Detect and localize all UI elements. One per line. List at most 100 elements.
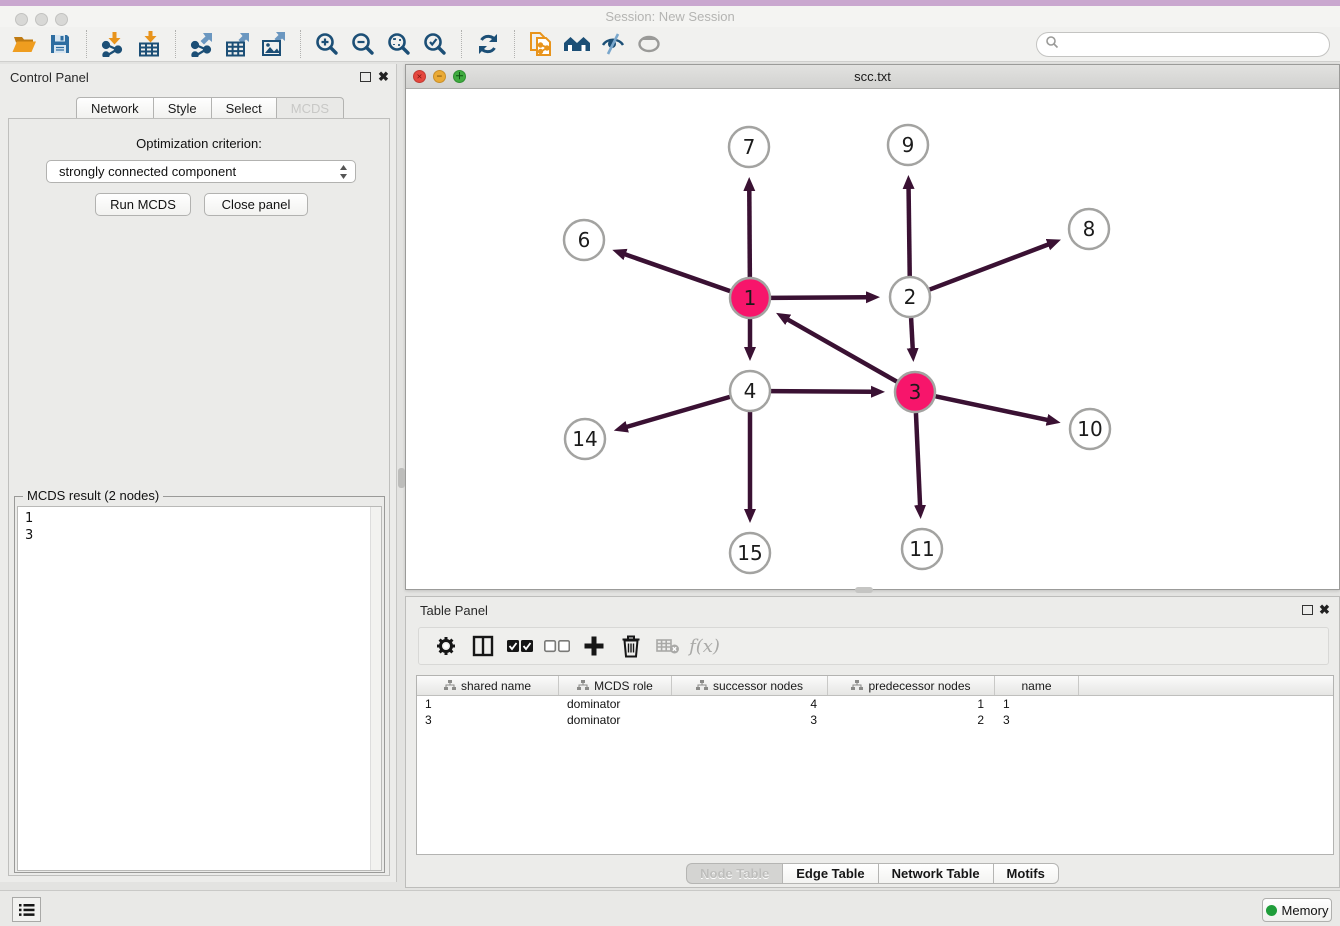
table-type-tabs: Node Table Edge Table Network Table Moti… xyxy=(406,863,1339,884)
vertical-splitter-handle[interactable] xyxy=(398,468,405,488)
column-header-mcds-role[interactable]: MCDS role xyxy=(559,676,672,695)
run-mcds-button[interactable]: Run MCDS xyxy=(95,193,191,216)
duplicate-network-icon[interactable] xyxy=(523,29,559,59)
deselect-all-checkboxes-icon[interactable] xyxy=(538,630,575,662)
graph-node-label: 10 xyxy=(1077,417,1102,441)
import-table-icon[interactable] xyxy=(131,29,167,59)
control-panel-title: Control Panel xyxy=(10,70,89,85)
table-row[interactable]: 1 dominator 4 1 1 xyxy=(417,696,1333,712)
graph-edge-1-6[interactable] xyxy=(625,254,731,291)
graph-edge-4-14[interactable] xyxy=(626,397,730,427)
network-window-titlebar[interactable]: ✕ − ＋ scc.txt xyxy=(406,65,1339,89)
column-header-predecessor-nodes[interactable]: predecessor nodes xyxy=(828,676,995,695)
tab-style[interactable]: Style xyxy=(153,97,211,119)
zoom-in-icon[interactable] xyxy=(309,29,345,59)
graph-edge-2-8[interactable] xyxy=(930,244,1049,289)
refresh-icon[interactable] xyxy=(470,29,506,59)
network-window-title: scc.txt xyxy=(406,69,1339,84)
close-panel-button[interactable]: Close panel xyxy=(204,193,308,216)
cell-predecessor-nodes[interactable]: 2 xyxy=(828,712,995,728)
select-all-checkboxes-icon[interactable] xyxy=(501,630,538,662)
add-column-icon[interactable] xyxy=(575,630,612,662)
table-panel: Table Panel ✖ xyxy=(405,596,1340,888)
window-title: Session: New Session xyxy=(0,9,1340,24)
graph-node-label: 8 xyxy=(1083,217,1096,241)
graph-node-label: 9 xyxy=(902,133,915,157)
open-folder-icon[interactable] xyxy=(6,29,42,59)
mcds-tab-pane: Optimization criterion: strongly connect… xyxy=(8,118,390,876)
hide-graphics-details-icon[interactable] xyxy=(595,29,631,59)
cell-shared-name[interactable]: 3 xyxy=(417,712,559,728)
close-panel-icon[interactable]: ✖ xyxy=(378,69,389,85)
tab-motifs[interactable]: Motifs xyxy=(993,863,1059,884)
column-header-shared-name[interactable]: shared name xyxy=(417,676,559,695)
graph-edge-3-11[interactable] xyxy=(916,413,920,506)
hierarchy-icon xyxy=(444,680,456,691)
graph-edge-2-9[interactable] xyxy=(909,188,910,276)
zoom-out-icon[interactable] xyxy=(345,29,381,59)
tab-mcds[interactable]: MCDS xyxy=(276,97,344,119)
network-view-window: ✕ − ＋ scc.txt 7968124314101511 xyxy=(405,64,1340,590)
cell-predecessor-nodes[interactable]: 1 xyxy=(828,696,995,712)
horizontal-splitter-handle[interactable] xyxy=(855,587,873,593)
graph-edge-3-10[interactable] xyxy=(936,396,1048,420)
graph-node-label: 3 xyxy=(909,380,922,404)
graph-edge-2-3[interactable] xyxy=(911,318,913,349)
float-panel-icon[interactable] xyxy=(360,72,371,82)
status-bar: Memory xyxy=(0,890,1340,926)
tab-select[interactable]: Select xyxy=(211,97,276,119)
graph-edge-3-1[interactable] xyxy=(787,319,896,381)
float-table-panel-icon[interactable] xyxy=(1302,605,1313,615)
zoom-fit-icon[interactable] xyxy=(381,29,417,59)
birds-eye-view-icon[interactable] xyxy=(631,29,667,59)
tab-node-table[interactable]: Node Table xyxy=(686,863,782,884)
delete-table-icon-disabled xyxy=(649,630,686,662)
optimization-criterion-select[interactable]: strongly connected component xyxy=(46,160,356,183)
mcds-result-list[interactable]: 1 3 xyxy=(17,506,382,871)
toolbar-separator xyxy=(514,30,515,58)
cell-successor-nodes[interactable]: 3 xyxy=(672,712,828,728)
search-icon xyxy=(1045,35,1059,54)
cell-mcds-role[interactable]: dominator xyxy=(559,696,672,712)
node-table[interactable]: shared name MCDS role successor nodes pr… xyxy=(416,675,1334,855)
column-header-name[interactable]: name xyxy=(995,676,1079,695)
cell-name[interactable]: 1 xyxy=(995,696,1079,712)
memory-button[interactable]: Memory xyxy=(1262,898,1332,922)
delete-column-icon[interactable] xyxy=(612,630,649,662)
export-table-icon[interactable] xyxy=(220,29,256,59)
graph-node-label: 2 xyxy=(904,285,917,309)
graph-edge-1-7[interactable] xyxy=(749,190,750,277)
show-all-networks-icon[interactable] xyxy=(559,29,595,59)
cell-successor-nodes[interactable]: 4 xyxy=(672,696,828,712)
mcds-result-group: MCDS result (2 nodes) 1 3 xyxy=(14,496,385,873)
table-header-row: shared name MCDS role successor nodes pr… xyxy=(417,676,1333,696)
close-table-panel-icon[interactable]: ✖ xyxy=(1319,602,1330,618)
save-session-icon[interactable] xyxy=(42,29,78,59)
hierarchy-icon xyxy=(696,680,708,691)
graph-node-label: 15 xyxy=(737,541,762,565)
export-network-icon[interactable] xyxy=(184,29,220,59)
graph-node-label: 1 xyxy=(744,286,757,310)
tab-network[interactable]: Network xyxy=(76,97,153,119)
graph-edge-1-2[interactable] xyxy=(771,297,867,298)
export-image-icon[interactable] xyxy=(256,29,292,59)
cell-name[interactable]: 3 xyxy=(995,712,1079,728)
table-row[interactable]: 3 dominator 3 2 3 xyxy=(417,712,1333,728)
settings-gear-icon[interactable] xyxy=(427,630,464,662)
column-header-successor-nodes[interactable]: successor nodes xyxy=(672,676,828,695)
cell-mcds-role[interactable]: dominator xyxy=(559,712,672,728)
result-line: 1 xyxy=(25,510,381,527)
import-network-icon[interactable] xyxy=(95,29,131,59)
cell-shared-name[interactable]: 1 xyxy=(417,696,559,712)
result-scrollbar[interactable] xyxy=(370,507,381,870)
graph-node-label: 6 xyxy=(578,228,591,252)
network-canvas[interactable]: 7968124314101511 xyxy=(406,89,1339,589)
graph-edge-4-3[interactable] xyxy=(771,391,872,392)
task-history-button[interactable] xyxy=(12,897,41,922)
search-input[interactable] xyxy=(1059,37,1309,52)
zoom-selected-icon[interactable] xyxy=(417,29,453,59)
toggle-column-icon[interactable] xyxy=(464,630,501,662)
tab-edge-table[interactable]: Edge Table xyxy=(782,863,877,884)
mcds-result-title: MCDS result (2 nodes) xyxy=(23,488,163,503)
tab-network-table[interactable]: Network Table xyxy=(878,863,993,884)
